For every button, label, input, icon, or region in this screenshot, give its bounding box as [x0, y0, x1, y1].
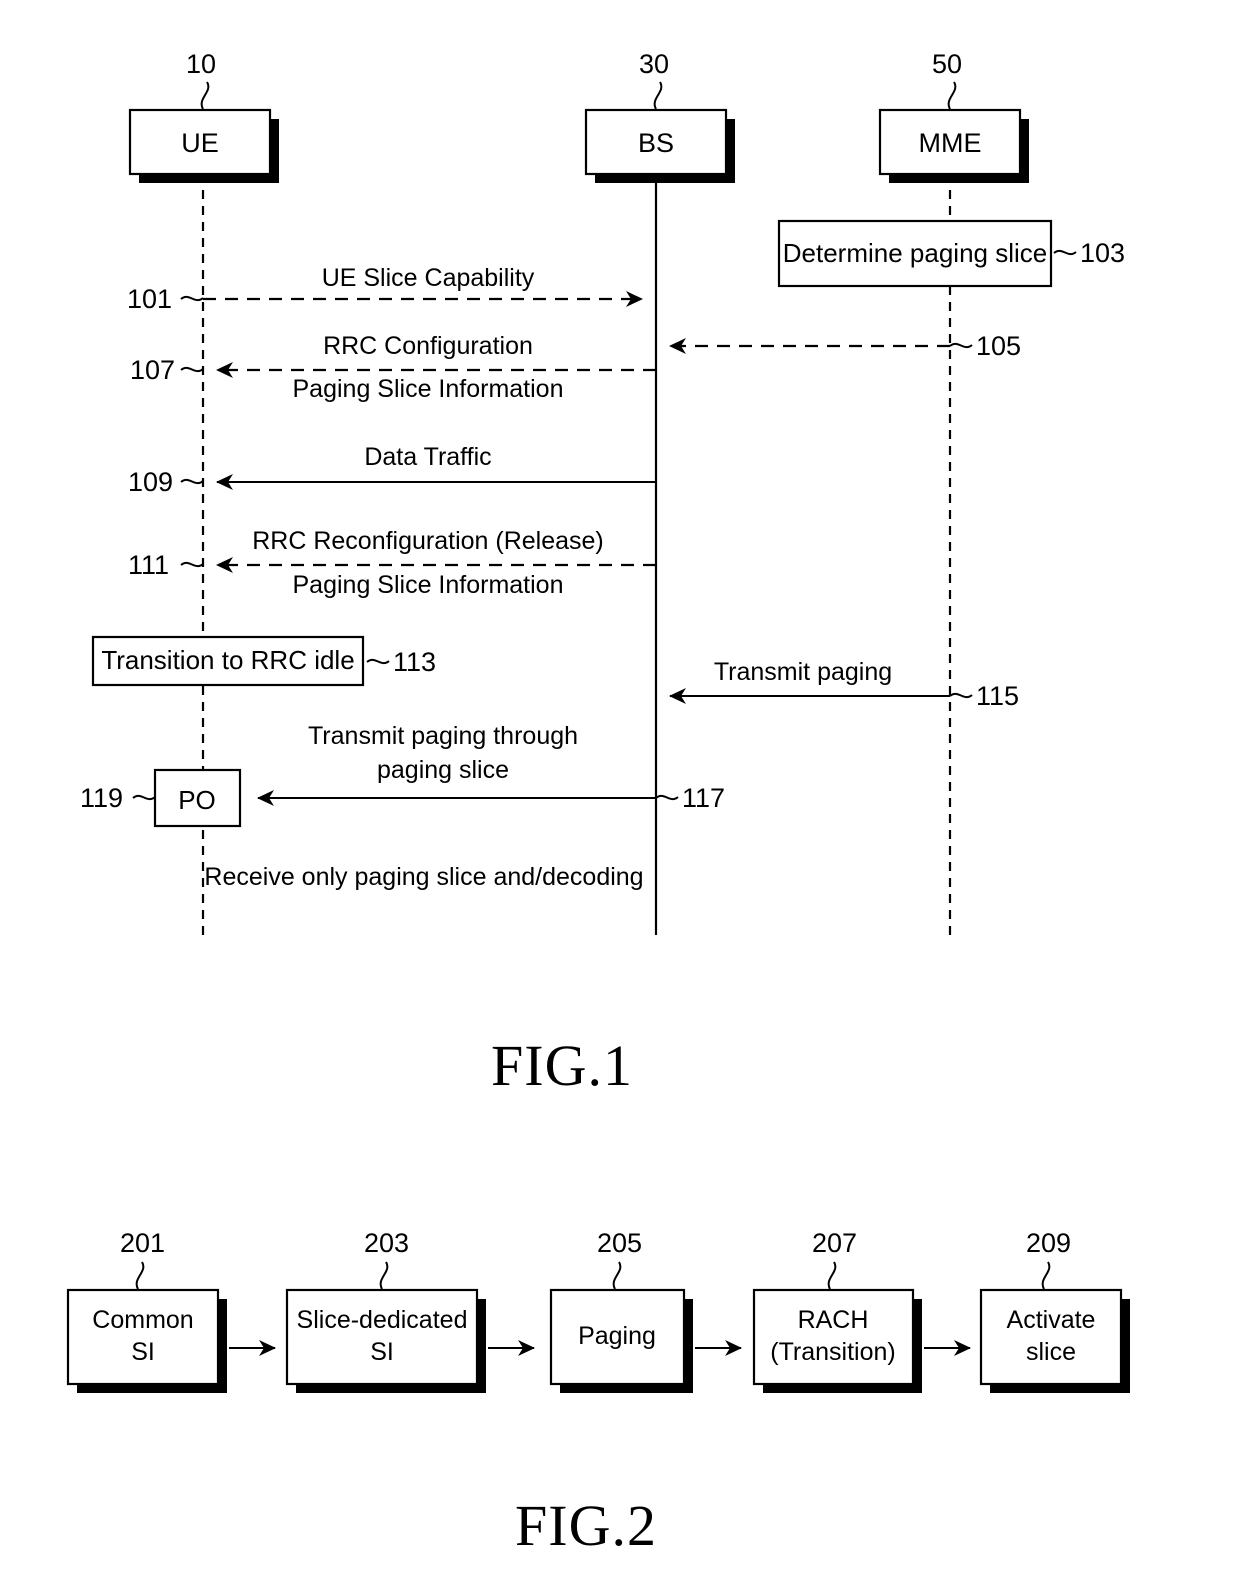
ref-205-leader [612, 1261, 622, 1290]
ref-117-leader [655, 794, 679, 801]
ref-105-leader [949, 342, 973, 349]
ref-111-leader [180, 561, 204, 568]
process-box-transition-to-rrc-idle: Transition to RRC idle 113 [91, 635, 436, 687]
ref-113-leader [366, 658, 390, 665]
flow-box-201-line1: Common [92, 1306, 193, 1334]
message-111-label-above: RRC Reconfiguration (Release) [252, 527, 604, 555]
po-box-label: PO [178, 785, 216, 815]
flow-box-203 [285, 1288, 479, 1386]
ref-107-number: 107 [130, 355, 175, 385]
bs-ref-leader [653, 81, 663, 110]
note-receive-only-label: Receive only paging slice and/decoding [204, 863, 643, 891]
ue-box-label: UE [181, 128, 219, 158]
figure-1-caption: FIG.1 [491, 1033, 633, 1098]
message-101: UE Slice Capability 101 [127, 264, 643, 314]
ref-103-leader [1053, 249, 1077, 256]
ref-203-leader [379, 1261, 389, 1290]
mme-ref-number: 50 [932, 49, 962, 79]
message-109-label: Data Traffic [364, 443, 491, 471]
flow-box-203-line1: Slice-dedicated [297, 1306, 468, 1334]
flow-step-209: 209 Activate slice [979, 1228, 1130, 1393]
flow-box-209 [979, 1288, 1123, 1386]
ref-101-number: 101 [127, 284, 172, 314]
ref-105-number: 105 [976, 331, 1021, 361]
ue-ref-leader [200, 81, 210, 110]
message-115-label: Transmit paging [714, 658, 892, 686]
message-117-label-line1: Transmit paging through [308, 722, 578, 750]
ref-201-leader [135, 1261, 145, 1290]
lifeline-node-mme: MME 50 [878, 49, 1029, 935]
determine-paging-slice-label: Determine paging slice [783, 238, 1047, 268]
ref-209-leader [1041, 1261, 1051, 1290]
patent-figure-page: UE 10 BS 30 MME 50 Determine paging slic… [0, 0, 1240, 1596]
message-111-label-below: Paging Slice Information [293, 571, 564, 599]
ref-115-number: 115 [976, 681, 1019, 711]
flow-box-209-line1: Activate [1007, 1306, 1096, 1334]
ref-119-number: 119 [80, 783, 123, 813]
message-107-label-below: Paging Slice Information [293, 375, 564, 403]
ref-119-leader [132, 794, 156, 801]
flow-step-203: 203 Slice-dedicated SI [285, 1228, 535, 1393]
flow-box-205-line1: Paging [578, 1322, 656, 1350]
transition-to-rrc-idle-label: Transition to RRC idle [101, 645, 354, 675]
message-109: Data Traffic 109 [128, 443, 656, 497]
ref-205-number: 205 [597, 1228, 642, 1258]
ref-109-leader [180, 478, 204, 485]
message-105: 105 [669, 331, 1021, 361]
message-107-label-above: RRC Configuration [323, 332, 533, 360]
message-111: RRC Reconfiguration (Release) Paging Sli… [128, 527, 656, 599]
figure-2-group: 201 Common SI 203 Slice-dedicated SI 205… [66, 1228, 1130, 1558]
figure-1-group: UE 10 BS 30 MME 50 Determine paging slic… [80, 49, 1125, 1098]
flow-box-207 [752, 1288, 915, 1386]
process-box-determine-paging-slice: Determine paging slice 103 [777, 219, 1125, 288]
message-115: Transmit paging 115 [669, 658, 1019, 711]
flow-box-201 [66, 1288, 220, 1386]
ref-109-number: 109 [128, 467, 173, 497]
figure-2-caption: FIG.2 [515, 1493, 657, 1558]
ref-207-number: 207 [812, 1228, 857, 1258]
flow-step-201: 201 Common SI [66, 1228, 276, 1393]
bs-ref-number: 30 [639, 49, 669, 79]
flow-box-207-line2: (Transition) [770, 1338, 896, 1366]
ref-113-number: 113 [393, 647, 436, 677]
flow-box-209-line2: slice [1026, 1338, 1076, 1366]
bs-box-label: BS [638, 128, 674, 158]
message-107: RRC Configuration Paging Slice Informati… [130, 332, 656, 403]
message-101-label: UE Slice Capability [322, 264, 535, 292]
figures-canvas: UE 10 BS 30 MME 50 Determine paging slic… [66, 49, 1130, 1558]
flow-step-207: 207 RACH (Transition) [752, 1228, 971, 1393]
note-receive-only-paging-slice: Receive only paging slice and/decoding [204, 863, 643, 891]
ref-115-leader [949, 692, 973, 699]
process-box-po: PO 119 [80, 768, 242, 828]
ue-ref-number: 10 [186, 49, 216, 79]
ref-201-number: 201 [120, 1228, 165, 1258]
flow-box-203-line2: SI [370, 1338, 394, 1366]
ref-103-number: 103 [1080, 238, 1125, 268]
ref-111-number: 111 [128, 550, 169, 580]
message-117-label-line2: paging slice [377, 756, 509, 784]
ref-101-leader [180, 295, 204, 302]
ref-203-number: 203 [364, 1228, 409, 1258]
flow-step-205: 205 Paging [549, 1228, 742, 1393]
mme-box-label: MME [919, 128, 982, 158]
mme-ref-leader [947, 81, 957, 110]
ref-107-leader [180, 366, 204, 373]
flow-box-201-line2: SI [131, 1338, 155, 1366]
flow-box-207-line1: RACH [798, 1306, 869, 1334]
ref-117-number: 117 [682, 783, 725, 813]
ref-207-leader [827, 1261, 837, 1290]
ref-209-number: 209 [1026, 1228, 1071, 1258]
